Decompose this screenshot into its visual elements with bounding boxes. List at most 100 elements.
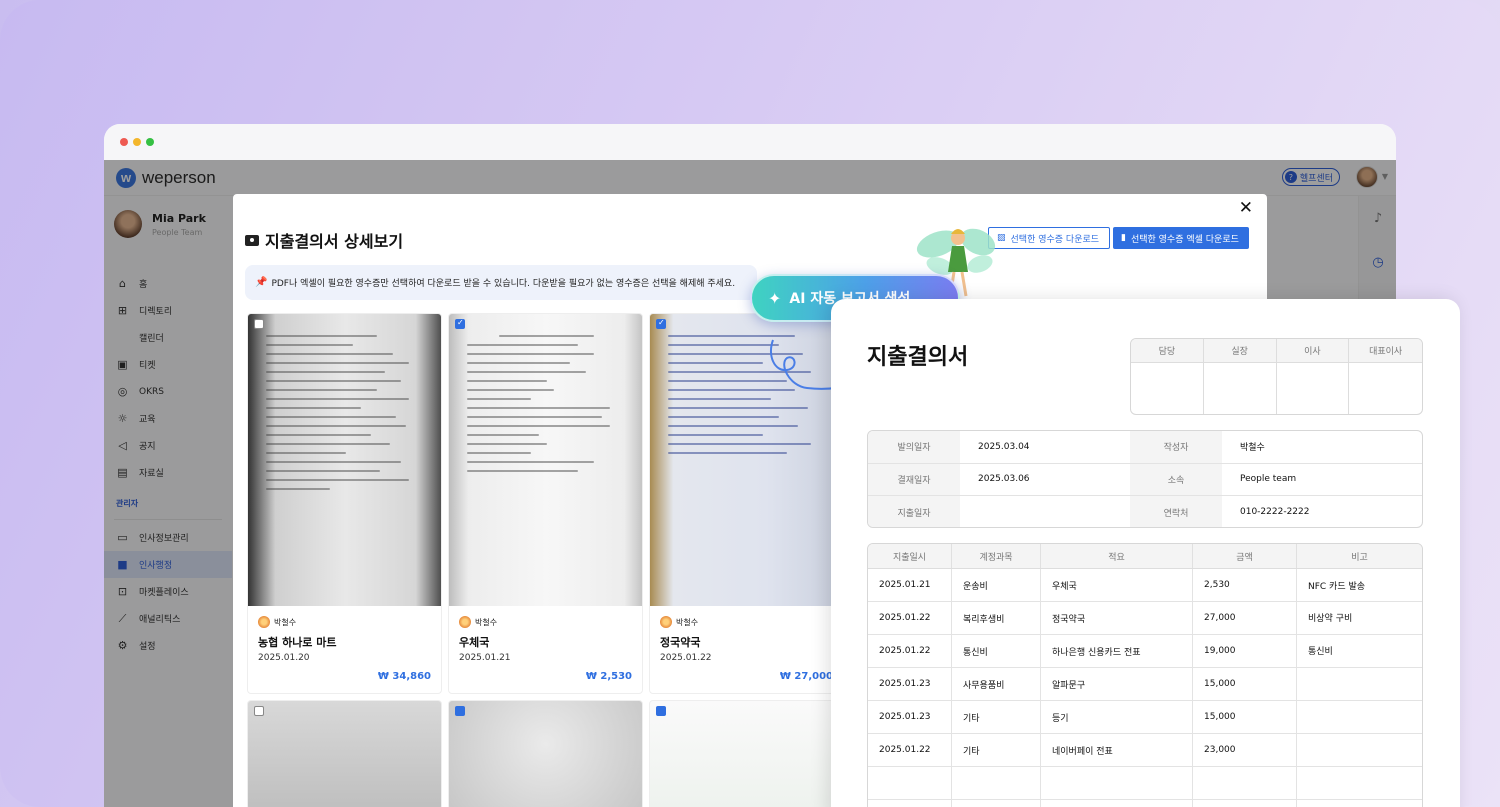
cell-amount: 23,000 [1193,734,1297,766]
receipt-checkbox[interactable] [656,706,666,716]
receipt-date: 2025.01.22 [660,653,712,663]
cell-date: 2025.01.23 [868,701,952,733]
cell-desc: 우체국 [1041,569,1193,601]
maximize-window-dot[interactable] [146,138,154,146]
minimize-window-dot[interactable] [133,138,141,146]
approval-signature-cell[interactable] [1349,363,1422,414]
approval-header: 실장 [1203,339,1277,363]
cell-account: 기타 [952,701,1041,733]
expense-items-table: 지출일시 계정과목 적요 금액 비고 2025.01.21 운송비 우체국 2,530… [867,543,1423,807]
info-key: 작성자 [1130,431,1222,463]
expense-report-document: 지출결의서 담당 실장 이사 대표이사 발의일자 2025.03.04 작성자 … [831,299,1460,807]
notice-banner: 📌 PDF나 엑셀이 필요한 영수증만 선택하여 다운로드 받을 수 있습니다.… [245,265,757,300]
download-receipts-label: 선택한 영수증 다운로드 [1010,234,1100,245]
receipt-card[interactable]: 박철수 우체국 2025.01.21 ₩ 2,530 [448,313,643,694]
table-row[interactable] [868,767,1422,800]
receipt-photo [449,314,642,606]
cell-amount: 19,000 [1193,635,1297,667]
info-value [960,496,1130,527]
cell-note [1297,734,1422,766]
download-excel-label: 선택한 영수증 엑셀 다운로드 [1130,234,1239,245]
close-icon[interactable]: ✕ [1239,198,1253,218]
column-header: 적요 [1041,544,1193,568]
cell-amount: 15,000 [1193,701,1297,733]
info-value: 010-2222-2222 [1240,507,1310,518]
close-window-dot[interactable] [120,138,128,146]
approval-header: 대표이사 [1349,339,1422,363]
cell-date: 2025.01.21 [868,569,952,601]
receipt-card[interactable] [247,700,442,807]
cell-date: 2025.01.22 [868,635,952,667]
table-row[interactable]: 2025.01.23 사무용품비 알파문구 15,000 [868,668,1422,701]
column-header: 계정과목 [952,544,1041,568]
receipt-amount: ₩ 34,860 [377,671,431,682]
receipt-checkbox[interactable] [455,706,465,716]
cell-desc: 등기 [1041,701,1193,733]
table-body: 2025.01.21 운송비 우체국 2,530 NFC 카드 발송 2025.01.22… [868,569,1422,807]
approval-header: 담당 [1131,339,1204,363]
receipt-photo [248,314,441,606]
author-avatar [459,616,471,628]
cell-account [952,767,1041,799]
modal-title: 지출결의서 상세보기 [245,228,403,252]
table-row[interactable]: 2025.01.22 기타 네이버페이 전표 23,000 [868,734,1422,767]
approval-signature-cell[interactable] [1131,363,1204,414]
cell-account: 사무용품비 [952,668,1041,700]
store-name: 정국약국 [660,636,701,649]
table-header: 지출일시 계정과목 적요 금액 비고 [868,544,1422,569]
info-key: 지출일자 [868,496,960,527]
receipt-card[interactable] [649,700,844,807]
cell-date: 2025.01.22 [868,734,952,766]
cell-amount: 2,530 [1193,569,1297,601]
receipt-checkbox[interactable] [656,318,666,329]
info-key: 연락처 [1130,496,1222,527]
cell-note: 통신비 [1308,647,1333,657]
approval-signature-cell[interactable] [1204,363,1277,414]
store-name: 우체국 [459,636,490,649]
receipt-text-blur [266,328,425,596]
cell-amount: 27,000 [1193,602,1297,634]
info-value: People team [1240,474,1297,485]
receipt-checkbox[interactable] [254,706,264,716]
cell-amount: 15,000 [1193,668,1297,700]
table-row[interactable]: 2025.01.22 통신비 하나은행 신용카드 전표 19,000 통신비 [868,635,1422,668]
cell-account: 통신비 [952,635,1041,667]
receipt-date: 2025.01.20 [258,653,310,663]
cell-amount [1193,800,1297,807]
cell-desc: 정국약국 [1041,602,1193,634]
info-value: 2025.03.06 [978,474,1030,485]
store-name: 농협 하나로 마트 [258,636,337,649]
table-row[interactable]: 2025.01.23 기타 등기 15,000 [868,701,1422,734]
download-receipts-button[interactable]: ▨ 선택한 영수증 다운로드 [988,227,1111,249]
cell-note [1297,800,1422,807]
receipt-checkbox[interactable] [254,319,264,329]
cell-desc [1041,767,1193,799]
cell-account: 복리후생비 [952,602,1041,634]
cell-note: NFC 카드 발송 [1308,581,1366,592]
info-row: 발의일자 2025.03.04 작성자 박철수 [868,431,1422,464]
download-excel-button[interactable]: ▮ 선택한 영수증 엑셀 다운로드 [1113,227,1249,249]
receipt-checkbox[interactable] [455,318,465,329]
approval-signature-cell[interactable] [1277,363,1350,414]
column-header: 지출일시 [868,544,952,568]
cell-account [952,800,1041,807]
approval-header: 이사 [1276,339,1350,363]
receipt-card[interactable] [448,700,643,807]
cell-desc: 하나은행 신용카드 전표 [1041,635,1193,667]
table-row[interactable]: 2025.01.21 운송비 우체국 2,530 NFC 카드 발송 [868,569,1422,602]
table-row[interactable]: 2025.01.22 복리후생비 정국약국 27,000 비상약 구비 [868,602,1422,635]
cell-note: 비상약 구비 [1308,614,1353,624]
receipt-card[interactable]: 박철수 농협 하나로 마트 2025.01.20 ₩ 34,860 [247,313,442,694]
modal-title-text: 지출결의서 상세보기 [265,232,404,251]
table-row[interactable] [868,800,1422,807]
approval-box: 담당 실장 이사 대표이사 [1130,338,1423,415]
info-value: 박철수 [1240,443,1265,454]
cell-date [868,800,952,807]
author-avatar [258,616,270,628]
author-avatar [660,616,672,628]
browser-titlebar [104,124,1396,160]
ticket-icon [245,234,259,246]
column-header: 금액 [1193,544,1297,568]
info-key: 소속 [1130,463,1222,496]
file-icon: ▮ [1121,233,1126,243]
